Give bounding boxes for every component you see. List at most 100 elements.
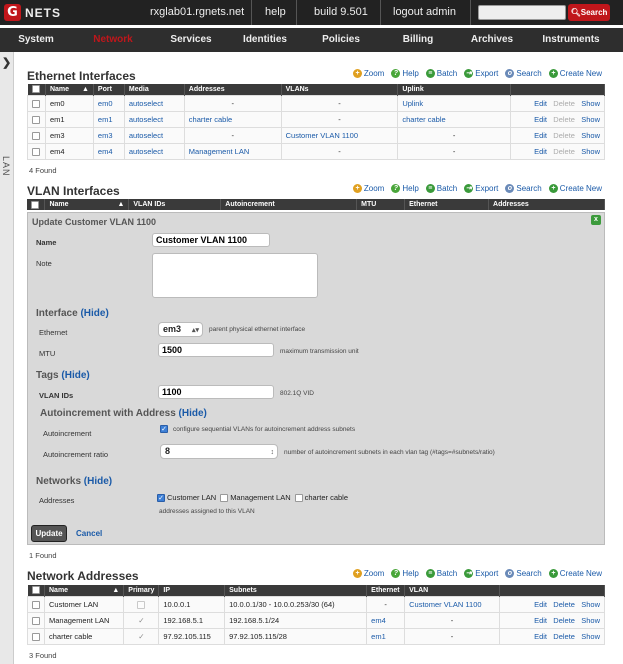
autoinc-checkbox[interactable]: ✓ xyxy=(160,425,168,433)
select-all-checkbox[interactable] xyxy=(31,586,40,595)
select-all-checkbox[interactable] xyxy=(31,85,40,94)
nav-billing[interactable]: Billing xyxy=(380,28,456,52)
cancel-button[interactable]: Cancel xyxy=(76,529,102,538)
search-tool-button[interactable]: o Search xyxy=(505,569,542,578)
col-ethernet[interactable]: Ethernet xyxy=(404,199,490,210)
col-addresses[interactable]: Addresses xyxy=(184,84,282,95)
row-checkbox[interactable] xyxy=(32,147,41,156)
row-checkbox[interactable] xyxy=(32,115,41,124)
note-textarea[interactable] xyxy=(152,253,318,298)
chevron-right-icon[interactable]: ❯ xyxy=(2,56,11,69)
address-link[interactable]: Management LAN xyxy=(189,147,249,156)
delete-link[interactable]: Delete xyxy=(553,616,575,625)
uplink-link[interactable]: charter cable xyxy=(402,115,445,124)
media-link[interactable]: autoselect xyxy=(129,131,163,140)
col-uplink[interactable]: Uplink xyxy=(397,84,512,95)
show-link[interactable]: Show xyxy=(581,115,600,124)
vlan-link[interactable]: Customer VLAN 1100 xyxy=(409,600,481,609)
col-addresses[interactable]: Addresses xyxy=(488,199,605,210)
nav-policies[interactable]: Policies xyxy=(302,28,380,52)
edit-link[interactable]: Edit xyxy=(534,147,547,156)
col-name[interactable]: Name ▲ xyxy=(44,199,130,210)
zoom-button[interactable]: + Zoom xyxy=(352,69,384,78)
row-checkbox[interactable] xyxy=(32,99,41,108)
col-ip[interactable]: IP xyxy=(158,585,226,596)
search-input[interactable] xyxy=(478,5,566,20)
show-link[interactable]: Show xyxy=(581,99,600,108)
col-subnets[interactable]: Subnets xyxy=(224,585,368,596)
ethernet-select[interactable]: em3 ▴▾ xyxy=(158,322,203,337)
hide-networks-link[interactable]: (Hide) xyxy=(84,476,112,487)
hide-tags-link[interactable]: (Hide) xyxy=(61,370,89,381)
hide-interface-link[interactable]: (Hide) xyxy=(80,308,108,319)
create-new-button[interactable]: + Create New xyxy=(548,184,602,193)
close-icon[interactable]: x xyxy=(591,215,601,225)
host-link[interactable]: rxglab01.rgnets.net xyxy=(141,0,253,25)
row-checkbox[interactable] xyxy=(32,616,40,625)
vlanids-field[interactable] xyxy=(158,385,274,399)
address-checkbox-management-lan[interactable] xyxy=(220,493,229,502)
mtu-field[interactable] xyxy=(158,343,274,357)
export-button[interactable]: ⇥ Export xyxy=(464,69,498,78)
help-button[interactable]: ? Help xyxy=(391,69,419,78)
export-button[interactable]: ⇥ Export xyxy=(464,569,498,578)
name-field[interactable] xyxy=(152,233,270,247)
col-media[interactable]: Media xyxy=(124,84,185,95)
nav-network[interactable]: Network xyxy=(72,28,154,52)
ethernet-link[interactable]: em1 xyxy=(371,632,386,641)
col-name[interactable]: Name ▲ xyxy=(44,585,125,596)
zoom-button[interactable]: + Zoom xyxy=(352,569,384,578)
search-tool-button[interactable]: o Search xyxy=(505,184,542,193)
help-button[interactable]: ? Help xyxy=(391,184,419,193)
col-name[interactable]: Name ▲ xyxy=(45,84,94,95)
uplink-link[interactable]: Uplink xyxy=(402,99,423,108)
batch-button[interactable]: ≡ Batch xyxy=(425,569,457,578)
show-link[interactable]: Show xyxy=(581,600,600,609)
port-link[interactable]: em3 xyxy=(98,131,113,140)
address-checkbox-customer-lan[interactable]: ✓ xyxy=(157,493,165,502)
nav-archives[interactable]: Archives xyxy=(456,28,528,52)
update-button[interactable]: Update xyxy=(31,525,67,542)
show-link[interactable]: Show xyxy=(581,616,600,625)
batch-button[interactable]: ≡ Batch xyxy=(425,69,457,78)
search-button[interactable]: 🔍︎Search xyxy=(568,4,610,21)
row-checkbox[interactable] xyxy=(32,600,40,609)
edit-link[interactable]: Edit xyxy=(534,632,547,641)
select-all-checkbox[interactable] xyxy=(31,200,39,209)
vlan-link[interactable]: Customer VLAN 1100 xyxy=(286,131,358,140)
col-vlans[interactable]: VLANs xyxy=(281,84,399,95)
create-new-button[interactable]: + Create New xyxy=(548,569,602,578)
hide-autoinc-link[interactable]: (Hide) xyxy=(179,408,207,419)
nav-identities[interactable]: Identities xyxy=(228,28,302,52)
export-button[interactable]: ⇥ Export xyxy=(464,184,498,193)
delete-link[interactable]: Delete xyxy=(553,600,575,609)
edit-link[interactable]: Edit xyxy=(534,600,547,609)
ratio-stepper[interactable]: 8 ↕ xyxy=(160,444,278,459)
nav-system[interactable]: System xyxy=(0,28,72,52)
show-link[interactable]: Show xyxy=(581,632,600,641)
search-tool-button[interactable]: o Search xyxy=(505,69,542,78)
help-link[interactable]: help xyxy=(256,0,295,25)
nav-instruments[interactable]: Instruments xyxy=(528,28,614,52)
zoom-button[interactable]: + Zoom xyxy=(352,184,384,193)
address-checkbox-charter-cable[interactable] xyxy=(294,493,303,502)
show-link[interactable]: Show xyxy=(581,131,600,140)
edit-link[interactable]: Edit xyxy=(534,99,547,108)
row-checkbox[interactable] xyxy=(32,131,41,140)
media-link[interactable]: autoselect xyxy=(129,147,163,156)
nav-services[interactable]: Services xyxy=(154,28,228,52)
logo[interactable]: G NETS xyxy=(4,4,61,21)
port-link[interactable]: em0 xyxy=(98,99,113,108)
media-link[interactable]: autoselect xyxy=(129,115,163,124)
col-autoincrement[interactable]: Autoincrement xyxy=(220,199,358,210)
address-link[interactable]: charter cable xyxy=(189,115,232,124)
col-ethernet[interactable]: Ethernet xyxy=(366,585,406,596)
edit-link[interactable]: Edit xyxy=(534,131,547,140)
batch-button[interactable]: ≡ Batch xyxy=(425,184,457,193)
col-mtu[interactable]: MTU xyxy=(356,199,406,210)
port-link[interactable]: em1 xyxy=(98,115,113,124)
row-checkbox[interactable] xyxy=(32,632,40,641)
logout-link[interactable]: logout admin xyxy=(384,0,465,25)
col-vlan-ids[interactable]: VLAN IDs xyxy=(128,199,222,210)
delete-link[interactable]: Delete xyxy=(553,632,575,641)
